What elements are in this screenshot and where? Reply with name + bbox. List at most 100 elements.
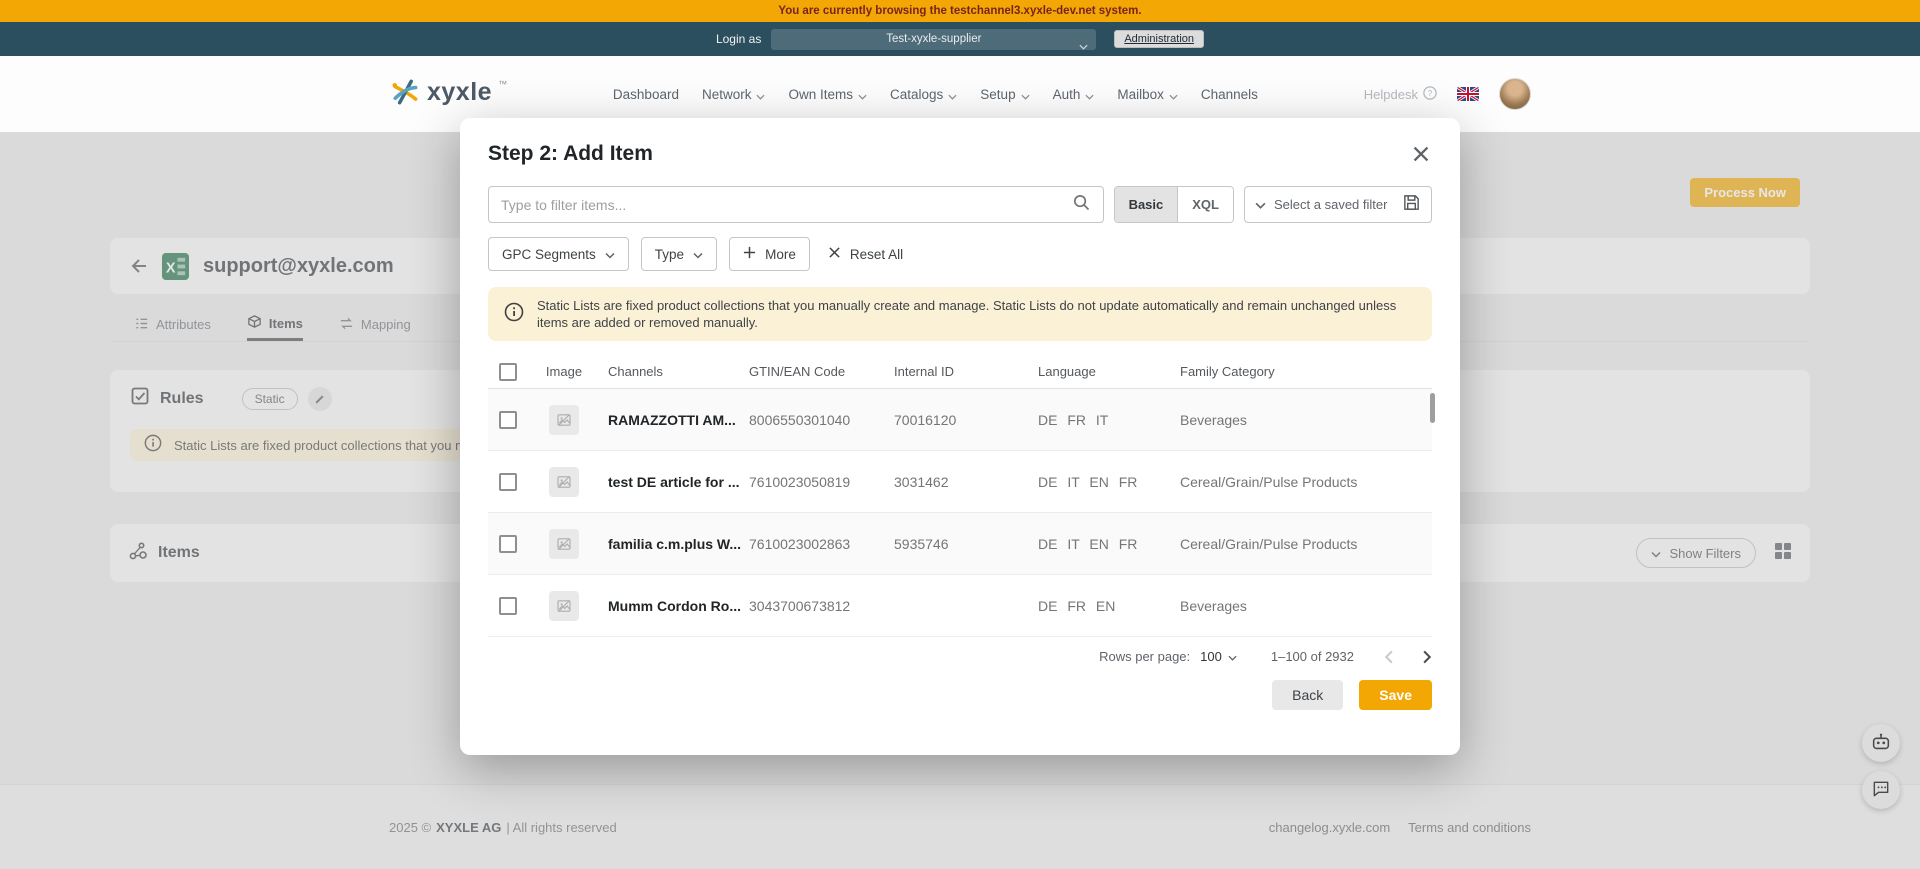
login-as-value: Test-xyxle-supplier	[886, 33, 981, 45]
info-icon	[504, 302, 524, 327]
rows-per-page-label: Rows per page:	[1099, 649, 1190, 664]
row-checkbox[interactable]	[499, 597, 517, 615]
modal-title: Step 2: Add Item	[488, 142, 653, 166]
nav-item-auth[interactable]: Auth	[1053, 86, 1095, 103]
login-as-label: Login as	[716, 32, 761, 46]
cell-internal-id: 70016120	[886, 412, 1030, 428]
chevron-down-icon	[1228, 649, 1237, 664]
cell-language: DE FR EN	[1030, 598, 1172, 614]
table-header: Image Channels GTIN/EAN Code Internal ID…	[488, 355, 1432, 389]
table-scrollbar[interactable]	[1430, 393, 1435, 423]
chevron-down-icon	[1255, 196, 1266, 214]
cell-language: DE IT EN FR	[1030, 474, 1172, 490]
cell-language: DE IT EN FR	[1030, 536, 1172, 552]
robot-icon	[1870, 731, 1892, 756]
table-row[interactable]: Mumm Cordon Ro... 3043700673812 DE FR EN…	[488, 575, 1432, 637]
svg-text:?: ?	[1428, 88, 1433, 97]
row-checkbox[interactable]	[499, 411, 517, 429]
language-flag-icon[interactable]	[1457, 87, 1479, 101]
no-image-icon	[549, 591, 579, 621]
logo[interactable]: xyxle ™	[389, 75, 507, 114]
saved-filter-select[interactable]: Select a saved filter	[1244, 186, 1432, 223]
helpdesk-link[interactable]: Helpdesk ?	[1364, 86, 1437, 103]
close-icon[interactable]	[1410, 143, 1432, 165]
chevron-down-icon	[858, 88, 867, 103]
row-checkbox[interactable]	[499, 473, 517, 491]
pagination-range: 1–100 of 2932	[1271, 649, 1354, 664]
chevron-down-icon	[1169, 88, 1178, 103]
nav-item-setup[interactable]: Setup	[980, 86, 1029, 103]
select-all-checkbox[interactable]	[499, 363, 517, 381]
cell-internal-id: 5935746	[886, 536, 1030, 552]
table-row[interactable]: RAMAZZOTTI AM... 8006550301040 70016120 …	[488, 389, 1432, 451]
chat-bubble-icon	[1871, 779, 1891, 802]
x-icon	[828, 246, 841, 262]
filter-search-box	[488, 186, 1104, 223]
chevron-down-icon	[756, 88, 765, 103]
cell-channels: test DE article for ...	[600, 474, 741, 490]
cell-family-category: Beverages	[1172, 598, 1432, 614]
cell-channels: Mumm Cordon Ro...	[600, 598, 741, 614]
environment-banner-text: You are currently browsing the testchann…	[778, 5, 1141, 17]
chatbot-button[interactable]	[1862, 724, 1900, 762]
save-filter-icon[interactable]	[1402, 193, 1421, 217]
admin-bar: Login as Test-xyxle-supplier Administrat…	[0, 22, 1920, 56]
static-lists-info-banner: Static Lists are fixed product collectio…	[488, 287, 1432, 341]
no-image-icon	[549, 529, 579, 559]
items-table: Image Channels GTIN/EAN Code Internal ID…	[488, 355, 1432, 637]
user-avatar[interactable]	[1499, 78, 1531, 110]
nav-item-channels[interactable]: Channels	[1201, 87, 1258, 102]
cell-gtin: 3043700673812	[741, 598, 886, 614]
pagination: Rows per page: 100 1–100 of 2932	[488, 649, 1432, 664]
cell-internal-id: 3031462	[886, 474, 1030, 490]
plus-icon	[743, 246, 756, 262]
filter-type[interactable]: Type	[641, 237, 717, 271]
previous-page-icon[interactable]	[1384, 650, 1393, 664]
cell-channels: familia c.m.plus W...	[600, 536, 741, 552]
nav-item-network[interactable]: Network	[702, 86, 766, 103]
chat-button[interactable]	[1862, 771, 1900, 809]
chevron-down-icon	[1021, 88, 1030, 103]
cell-gtin: 7610023050819	[741, 474, 886, 490]
no-image-icon	[549, 405, 579, 435]
chevron-down-icon	[1085, 88, 1094, 103]
row-checkbox[interactable]	[499, 535, 517, 553]
cell-family-category: Cereal/Grain/Pulse Products	[1172, 536, 1432, 552]
login-as-select[interactable]: Test-xyxle-supplier	[771, 29, 1096, 50]
cell-family-category: Beverages	[1172, 412, 1432, 428]
cell-language: DE FR IT	[1030, 412, 1172, 428]
back-button[interactable]: Back	[1272, 680, 1343, 710]
table-row[interactable]: familia c.m.plus W... 7610023002863 5935…	[488, 513, 1432, 575]
reset-all-button[interactable]: Reset All	[828, 246, 903, 262]
nav-item-catalogs[interactable]: Catalogs	[890, 86, 957, 103]
nav-item-mailbox[interactable]: Mailbox	[1117, 86, 1178, 103]
nav-item-dashboard[interactable]: Dashboard	[613, 87, 679, 102]
cell-gtin: 7610023002863	[741, 536, 886, 552]
save-button[interactable]: Save	[1359, 680, 1432, 710]
chevron-down-icon	[1079, 37, 1088, 55]
mode-xql-button[interactable]: XQL	[1178, 187, 1233, 222]
next-page-icon[interactable]	[1423, 650, 1432, 664]
chevron-down-icon	[948, 88, 957, 103]
nav-menu: Dashboard Network Own Items Catalogs Set…	[613, 86, 1258, 103]
xyxle-logo-icon	[389, 75, 421, 114]
filter-gpc-segments[interactable]: GPC Segments	[488, 237, 629, 271]
chevron-down-icon	[605, 247, 615, 262]
mode-basic-button[interactable]: Basic	[1115, 187, 1179, 222]
cell-gtin: 8006550301040	[741, 412, 886, 428]
cell-family-category: Cereal/Grain/Pulse Products	[1172, 474, 1432, 490]
cell-channels: RAMAZZOTTI AM...	[600, 412, 741, 428]
logo-text: xyxle	[427, 75, 492, 109]
search-input[interactable]	[501, 197, 1072, 213]
rows-per-page-select[interactable]: 100	[1200, 649, 1237, 664]
environment-banner: You are currently browsing the testchann…	[0, 0, 1920, 22]
logo-trademark: ™	[498, 79, 507, 89]
administration-button[interactable]: Administration	[1114, 30, 1204, 48]
more-filters-button[interactable]: More	[729, 237, 810, 271]
no-image-icon	[549, 467, 579, 497]
filter-mode-toggle: Basic XQL	[1114, 186, 1234, 223]
table-row[interactable]: test DE article for ... 7610023050819 30…	[488, 451, 1432, 513]
help-question-icon: ?	[1423, 86, 1437, 103]
search-icon[interactable]	[1072, 193, 1091, 217]
nav-item-own-items[interactable]: Own Items	[788, 86, 867, 103]
